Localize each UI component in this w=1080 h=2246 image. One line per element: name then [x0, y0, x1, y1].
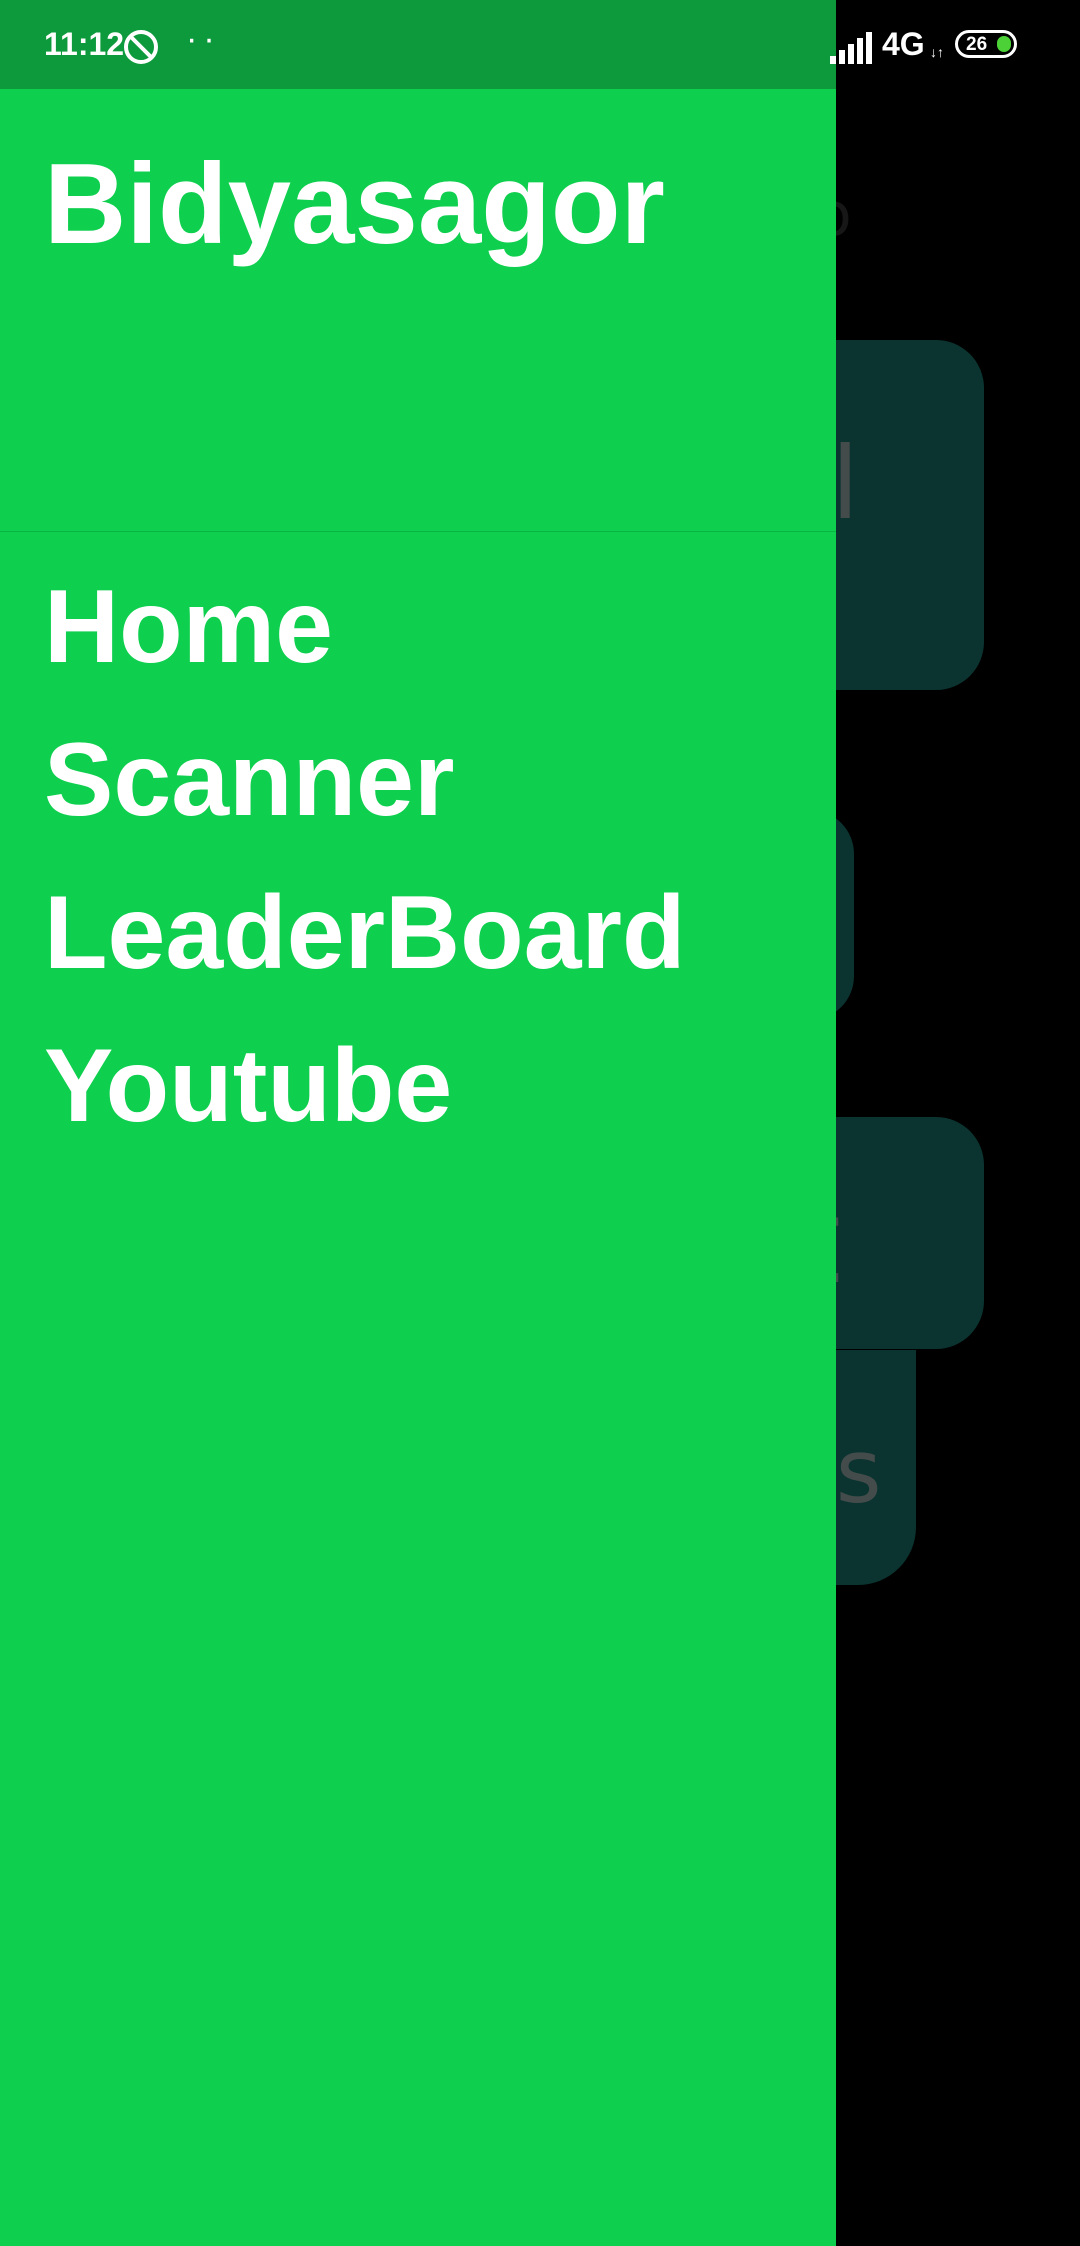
menu-item-home[interactable]: Home	[0, 551, 836, 704]
drawer-header: Bidyasagor	[0, 89, 836, 532]
battery-icon: 26	[955, 30, 1017, 58]
dnd-icon	[124, 30, 158, 64]
menu-item-leaderboard[interactable]: LeaderBoard	[0, 857, 836, 1010]
battery-level: 26	[966, 34, 988, 55]
menu-item-scanner[interactable]: Scanner	[0, 704, 836, 857]
signal-icon	[830, 30, 872, 64]
status-bar: 11:12 ·· 4G ↓↑ 26	[0, 0, 1080, 89]
drawer-title: Bidyasagor	[44, 141, 665, 268]
navigation-drawer: Bidyasagor Home Scanner LeaderBoard Yout…	[0, 89, 836, 2246]
battery-fill	[997, 36, 1011, 52]
drawer-menu: Home Scanner LeaderBoard Youtube	[0, 551, 836, 1163]
status-time: 11:12	[44, 26, 125, 62]
menu-item-youtube[interactable]: Youtube	[0, 1010, 836, 1163]
network-activity-icon: ↓↑	[930, 44, 944, 60]
notification-dots: ··	[186, 20, 221, 58]
network-type: 4G	[882, 26, 925, 62]
